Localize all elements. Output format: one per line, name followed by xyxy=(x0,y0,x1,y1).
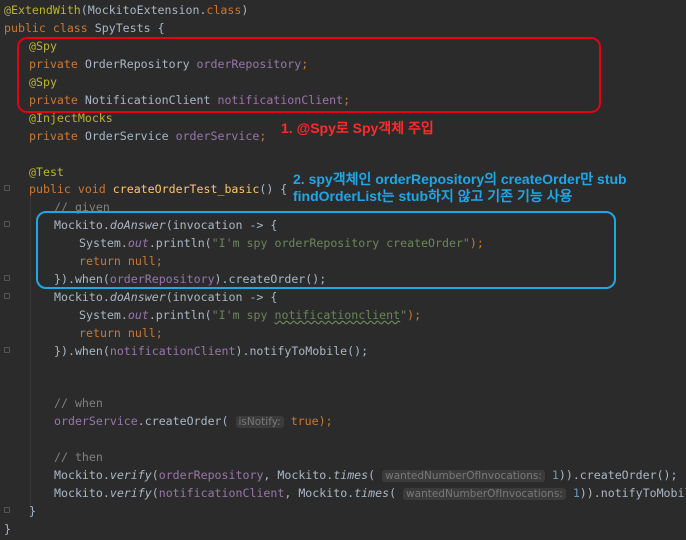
spy-annotation-note: 1. @Spy로 Spy객체 주입 xyxy=(281,120,434,136)
code-token: System. xyxy=(79,308,128,322)
parameter-hint: wantedNumberOfInvocations: xyxy=(403,488,566,500)
code-token: .println( xyxy=(148,308,212,322)
code-token: ( xyxy=(389,486,397,500)
static-method-token: times xyxy=(333,468,369,482)
keyword-token: class xyxy=(206,3,242,17)
code-line-24: orderService.createOrder( isNotify: true… xyxy=(54,412,333,430)
indent-guide xyxy=(30,196,31,518)
code-token: ( xyxy=(151,486,159,500)
static-field-token: out xyxy=(127,308,149,322)
code-token: )).createOrder(); xyxy=(558,468,678,482)
field-token: orderService xyxy=(54,414,138,428)
spy-highlight-box xyxy=(17,37,601,113)
code-token: } xyxy=(4,522,11,536)
fold-marker-icon[interactable] xyxy=(4,275,10,281)
code-line-8: private OrderService orderService; xyxy=(29,127,266,145)
code-line-18: System.out.println("I'm spy notification… xyxy=(79,306,421,324)
code-token: , Mockito. xyxy=(263,468,334,482)
comment-token: // when xyxy=(54,396,103,410)
annotation-token: @ExtendWith xyxy=(4,3,81,17)
string-token-typo: notificationclient xyxy=(274,308,401,322)
static-method-token: times xyxy=(354,486,390,500)
code-line-28: Mockito.verify(notificationClient, Mocki… xyxy=(54,484,686,502)
code-line-27: Mockito.verify(orderRepository, Mockito.… xyxy=(54,466,678,484)
fold-marker-icon[interactable] xyxy=(4,347,10,353)
code-token: }).when( xyxy=(54,344,110,358)
string-token: "I'm spy xyxy=(211,308,275,322)
parameter-hint: isNotify: xyxy=(235,416,284,428)
stub-annotation-line-1: 2. spy객체인 orderRepository의 createOrder만 … xyxy=(293,171,627,187)
annotation-token: @Test xyxy=(29,165,64,179)
static-method-token: verify xyxy=(109,468,152,482)
code-token: Mockito. xyxy=(54,290,110,304)
stub-highlight-box xyxy=(36,211,616,289)
fold-marker-icon[interactable] xyxy=(4,507,10,513)
number-token: 1 xyxy=(551,468,559,482)
code-line-10: @Test xyxy=(29,163,64,181)
field-token: notificationClient xyxy=(109,344,236,358)
fold-marker-icon[interactable] xyxy=(4,185,10,191)
code-token: ); xyxy=(318,414,333,428)
code-token: ).notifyToMobile(); xyxy=(235,344,369,358)
keyword-token: true xyxy=(290,414,319,428)
fold-marker-icon[interactable] xyxy=(4,221,10,227)
code-token: ; xyxy=(259,129,267,143)
code-line-11: public void createOrderTest_basic() { xyxy=(29,180,287,198)
static-method-token: verify xyxy=(109,486,152,500)
code-token: Mockito. xyxy=(54,468,110,482)
keyword-token: public class xyxy=(4,21,95,35)
code-token: ); xyxy=(407,308,422,322)
field-token: orderRepository xyxy=(158,468,264,482)
code-token: } xyxy=(29,504,36,518)
code-line-1: @ExtendWith(MockitoExtension.class) xyxy=(4,1,248,19)
code-line-29: } xyxy=(29,502,36,520)
type-token: OrderService xyxy=(84,129,176,143)
stub-annotation-note: 2. spy객체인 orderRepository의 createOrder만 … xyxy=(293,171,627,205)
code-token: ) xyxy=(241,3,249,17)
code-token: (MockitoExtension. xyxy=(80,3,207,17)
code-token: () { xyxy=(259,182,288,196)
code-token: (invocation -> { xyxy=(165,290,278,304)
number-token: 1 xyxy=(572,486,580,500)
code-line-20: }).when(notificationClient).notifyToMobi… xyxy=(54,342,368,360)
keyword-token: private xyxy=(29,129,85,143)
keyword-token: public void xyxy=(29,182,113,196)
code-line-26: // then xyxy=(54,448,103,466)
code-token: , Mockito. xyxy=(284,486,355,500)
code-token: .createOrder( xyxy=(137,414,229,428)
annotation-token: @InjectMocks xyxy=(29,111,113,125)
code-token: ( xyxy=(368,468,376,482)
keyword-token: return null; xyxy=(79,326,163,340)
code-line-30: } xyxy=(4,520,11,538)
code-line-2: public class SpyTests { xyxy=(4,19,165,37)
field-token: orderService xyxy=(175,129,260,143)
code-line-17: Mockito.doAnswer(invocation -> { xyxy=(54,288,277,306)
code-token: )).notifyToMobile(); xyxy=(579,486,686,500)
fold-marker-icon[interactable] xyxy=(4,293,10,299)
parameter-hint: wantedNumberOfInvocations: xyxy=(382,470,545,482)
method-name-token: createOrderTest_basic xyxy=(112,182,260,196)
stub-annotation-line-2: findOrderList는 stub하지 않고 기존 기능 사용 xyxy=(293,188,573,204)
field-token: notificationClient xyxy=(158,486,285,500)
class-name-token: SpyTests { xyxy=(94,21,165,35)
code-line-19: return null; xyxy=(79,324,163,342)
code-token: Mockito. xyxy=(54,486,110,500)
code-token: ( xyxy=(151,468,159,482)
code-line-23: // when xyxy=(54,394,103,412)
comment-token: // then xyxy=(54,450,103,464)
static-method-token: doAnswer xyxy=(109,290,166,304)
